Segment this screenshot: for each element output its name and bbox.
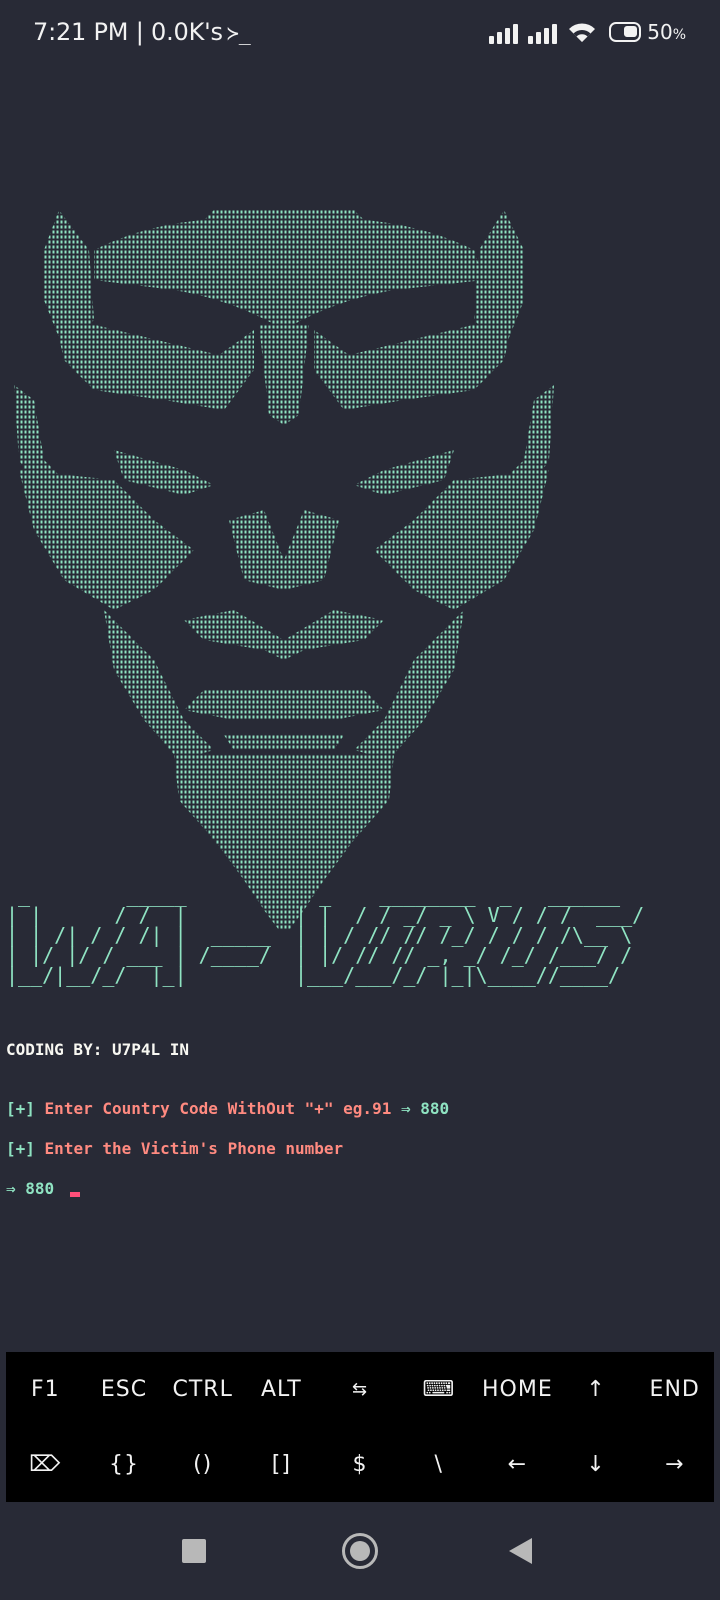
- key-braces[interactable]: {}: [85, 1427, 164, 1502]
- country-code-prompt: Enter Country Code WithOut "+" eg.91: [44, 1099, 392, 1118]
- key-up-arrow-icon[interactable]: ↑: [557, 1352, 636, 1427]
- terminal-prompt-icon: ≻_: [226, 21, 251, 45]
- keyboard-icon[interactable]: ⌨: [399, 1352, 478, 1427]
- key-home[interactable]: HOME: [478, 1352, 557, 1427]
- signal-2-icon: [528, 20, 558, 44]
- status-bar: 7:21 PM | 0.0K's ≻_ 50%: [0, 0, 720, 70]
- back-button[interactable]: [509, 1538, 532, 1564]
- text-cursor: [70, 1192, 81, 1197]
- key-esc[interactable]: ESC: [85, 1352, 164, 1427]
- status-right: 50%: [489, 20, 686, 44]
- recents-button[interactable]: [182, 1539, 206, 1563]
- country-code-line: [+] Enter Country Code WithOut "+" eg.91…: [6, 1099, 449, 1118]
- key-delete-icon[interactable]: ⌦: [6, 1427, 85, 1502]
- status-left: 7:21 PM | 0.0K's ≻_: [33, 18, 251, 46]
- credit-line: CODING BY: U7P4L IN: [6, 1040, 190, 1059]
- key-ctrl[interactable]: CTRL: [163, 1352, 242, 1427]
- battery-icon: [609, 22, 642, 42]
- key-dollar[interactable]: $: [321, 1427, 400, 1502]
- extra-keys-row-2: ⌦ {} () [] $ \ ← ↓ →: [6, 1427, 714, 1502]
- wa-virus-banner: _ _____ _ ________ _ ______ | | / / | | …: [6, 883, 645, 987]
- battery-level: 50%: [647, 20, 686, 44]
- wifi-icon: [569, 23, 596, 42]
- navigation-bar: [0, 1502, 720, 1600]
- phone-number-line: [+] Enter the Victim's Phone number: [6, 1139, 343, 1158]
- key-f1[interactable]: F1: [6, 1352, 85, 1427]
- key-end[interactable]: END: [635, 1352, 714, 1427]
- extra-keys-bar: F1 ESC CTRL ALT ⇆ ⌨ HOME ↑ END ⌦ {} () […: [6, 1352, 714, 1502]
- line-bracket: [+]: [6, 1139, 35, 1158]
- home-button[interactable]: [342, 1533, 378, 1569]
- signal-1-icon: [489, 20, 519, 44]
- line-bracket: [+]: [6, 1099, 35, 1118]
- key-parens[interactable]: (): [163, 1427, 242, 1502]
- input-line[interactable]: ⇒ 880: [6, 1179, 81, 1198]
- terminal-screen[interactable]: _ _____ _ ________ _ ______ | | / / | | …: [0, 70, 720, 1350]
- extra-keys-row-1: F1 ESC CTRL ALT ⇆ ⌨ HOME ↑ END: [6, 1352, 714, 1427]
- key-down-arrow-icon[interactable]: ↓: [557, 1427, 636, 1502]
- phone-number-prompt: Enter the Victim's Phone number: [44, 1139, 344, 1158]
- status-time: 7:21 PM | 0.0K's: [33, 18, 223, 46]
- key-left-arrow-icon[interactable]: ←: [478, 1427, 557, 1502]
- key-backslash[interactable]: \: [399, 1427, 478, 1502]
- key-right-arrow-icon[interactable]: →: [635, 1427, 714, 1502]
- key-tab-icon[interactable]: ⇆: [321, 1352, 400, 1427]
- country-code-value: 880: [420, 1099, 450, 1118]
- key-alt[interactable]: ALT: [242, 1352, 321, 1427]
- arrow-icon: ⇒: [6, 1179, 16, 1198]
- arrow-icon: ⇒: [400, 1099, 411, 1118]
- key-brackets[interactable]: []: [242, 1427, 321, 1502]
- phone-number-value: 880: [25, 1179, 55, 1198]
- devil-ascii-art: [14, 210, 554, 930]
